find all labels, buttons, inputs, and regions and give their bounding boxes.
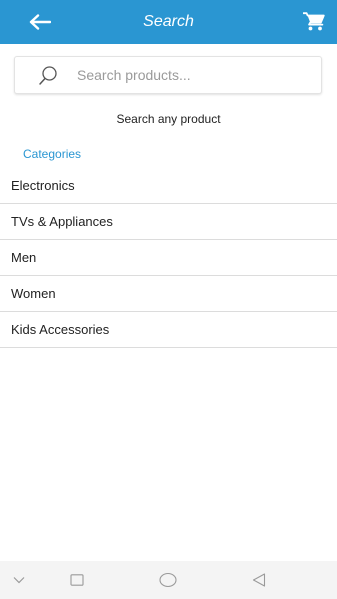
category-item-tvs-appliances[interactable]: TVs & Appliances	[0, 204, 337, 240]
category-list: Electronics TVs & Appliances Men Women K…	[0, 168, 337, 348]
search-box[interactable]	[14, 56, 322, 94]
categories-heading: Categories	[23, 147, 82, 161]
cart-icon	[303, 12, 325, 31]
category-item-kids-accessories[interactable]: Kids Accessories	[0, 312, 337, 348]
nav-home-button[interactable]	[159, 572, 177, 588]
search-icon	[39, 66, 57, 85]
system-nav-bar	[0, 561, 337, 599]
back-triangle-icon	[252, 573, 266, 587]
app-bar: Search	[0, 0, 337, 44]
home-icon	[159, 572, 177, 588]
search-hint: Search any product	[116, 112, 221, 126]
cart-button[interactable]	[301, 10, 327, 34]
recents-icon	[70, 574, 84, 586]
search-input[interactable]	[77, 57, 307, 93]
search-screen: Search Search any product Categories Ele…	[0, 0, 337, 599]
category-item-men[interactable]: Men	[0, 240, 337, 276]
category-item-electronics[interactable]: Electronics	[0, 168, 337, 204]
nav-back-button[interactable]	[250, 572, 268, 588]
nav-recents-button[interactable]	[68, 572, 86, 588]
nav-collapse-button[interactable]	[10, 572, 28, 588]
chevron-down-icon	[13, 577, 25, 584]
category-item-women[interactable]: Women	[0, 276, 337, 312]
page-title: Search	[143, 13, 194, 30]
